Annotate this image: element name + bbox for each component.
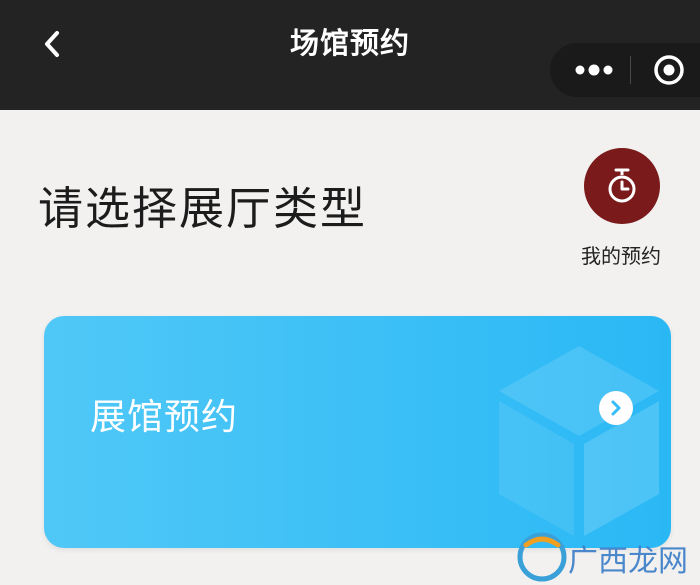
venue-booking-label: 展馆预约 [90,397,239,438]
more-button[interactable] [558,43,630,97]
section-heading: 请选择展厅类型 [38,182,368,235]
my-booking-button[interactable]: 我的预约 [562,148,680,272]
more-dots-icon [575,64,613,76]
venue-booking-arrow[interactable] [599,391,633,425]
timer-icon [608,168,636,203]
svg-text:广西龙网: 广西龙网 [568,544,688,579]
venue-booking-card[interactable]: 展馆预约 [44,316,671,548]
mini-program-capsule [550,43,700,97]
booking-icon-circle [584,148,660,224]
chevron-right-circle-icon [611,400,621,416]
watermark-logo: 广西龙网 [517,532,688,582]
target-close-icon [654,55,684,85]
close-button[interactable] [642,43,696,97]
my-booking-label: 我的预约 [581,244,661,268]
capsule-divider [630,56,631,84]
navigation-bar: 场馆预约 [0,0,700,110]
